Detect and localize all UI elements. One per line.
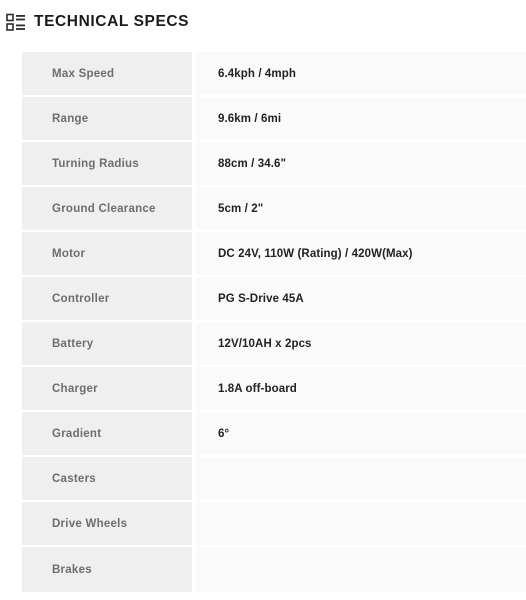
table-row: Battery 12V/10AH x 2pcs bbox=[22, 322, 526, 367]
spec-list-icon bbox=[6, 12, 26, 32]
table-row: Drive Wheels bbox=[22, 502, 526, 547]
table-row: Ground Clearance 5cm / 2" bbox=[22, 187, 526, 232]
table-row: Gradient 6° bbox=[22, 412, 526, 457]
spec-label-battery: Battery bbox=[22, 322, 196, 367]
spec-header: TECHNICAL SPECS bbox=[0, 0, 526, 36]
spec-value-controller: PG S-Drive 45A bbox=[196, 277, 526, 322]
spec-label-ground-clearance: Ground Clearance bbox=[22, 187, 196, 232]
spec-label-max-speed: Max Speed bbox=[22, 52, 196, 97]
spec-value-battery: 12V/10AH x 2pcs bbox=[196, 322, 526, 367]
spec-value-charger: 1.8A off-board bbox=[196, 367, 526, 412]
technical-specs-table: Max Speed 6.4kph / 4mph Range 9.6km / 6m… bbox=[22, 52, 526, 592]
table-row: Turning Radius 88cm / 34.6" bbox=[22, 142, 526, 187]
table-row: Max Speed 6.4kph / 4mph bbox=[22, 52, 526, 97]
spec-label-casters: Casters bbox=[22, 457, 196, 502]
spec-value-brakes bbox=[196, 547, 526, 592]
table-row: Brakes bbox=[22, 547, 526, 592]
spec-label-drive-wheels: Drive Wheels bbox=[22, 502, 196, 547]
spec-value-drive-wheels bbox=[196, 502, 526, 547]
spec-label-range: Range bbox=[22, 97, 196, 142]
spec-value-gradient: 6° bbox=[196, 412, 526, 457]
spec-value-motor: DC 24V, 110W (Rating) / 420W(Max) bbox=[196, 232, 526, 277]
spec-value-range: 9.6km / 6mi bbox=[196, 97, 526, 142]
spec-table-body: Max Speed 6.4kph / 4mph Range 9.6km / 6m… bbox=[22, 52, 526, 592]
spec-label-gradient: Gradient bbox=[22, 412, 196, 457]
spec-value-ground-clearance: 5cm / 2" bbox=[196, 187, 526, 232]
page-title: TECHNICAL SPECS bbox=[34, 13, 190, 31]
table-row: Charger 1.8A off-board bbox=[22, 367, 526, 412]
spec-label-charger: Charger bbox=[22, 367, 196, 412]
spec-value-casters bbox=[196, 457, 526, 502]
table-row: Motor DC 24V, 110W (Rating) / 420W(Max) bbox=[22, 232, 526, 277]
spec-label-motor: Motor bbox=[22, 232, 196, 277]
spec-label-turning-radius: Turning Radius bbox=[22, 142, 196, 187]
spec-label-brakes: Brakes bbox=[22, 547, 196, 592]
spec-value-turning-radius: 88cm / 34.6" bbox=[196, 142, 526, 187]
table-row: Controller PG S-Drive 45A bbox=[22, 277, 526, 322]
table-row: Casters bbox=[22, 457, 526, 502]
table-row: Range 9.6km / 6mi bbox=[22, 97, 526, 142]
spec-label-controller: Controller bbox=[22, 277, 196, 322]
spec-value-max-speed: 6.4kph / 4mph bbox=[196, 52, 526, 97]
technical-specs-page: TECHNICAL SPECS Max Speed 6.4kph / 4mph … bbox=[0, 0, 526, 600]
